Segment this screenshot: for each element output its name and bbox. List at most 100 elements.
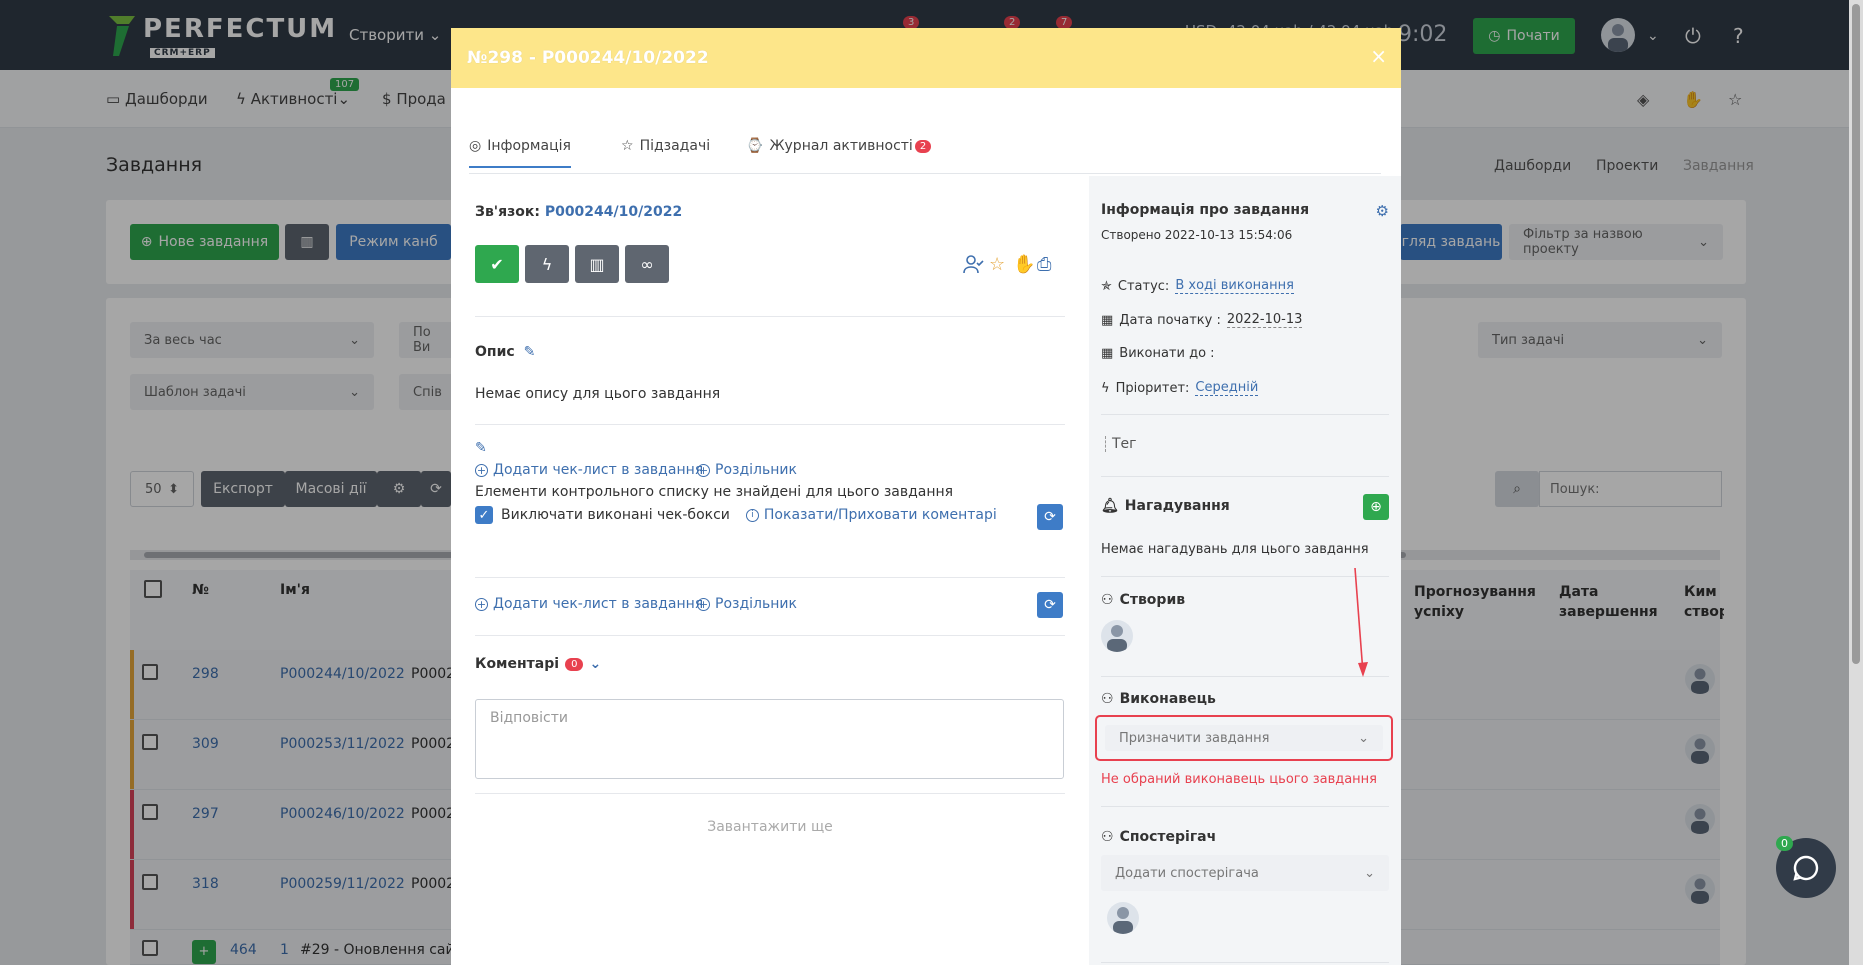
relation-label: Зв'язок: [475,204,540,220]
check-circle-icon: ◎ [469,138,482,154]
plus-circle-icon: + [475,463,488,477]
priority-value[interactable]: Середній [1195,380,1259,396]
add-separator-link[interactable]: + Роздільник [697,462,797,478]
status-value[interactable]: В ході виконання [1175,278,1294,294]
add-separator-link-2[interactable]: + Роздільник [697,596,797,612]
add-watcher-select[interactable]: Додати спостерігача ⌄ [1101,855,1389,891]
chat-badge: 0 [1776,836,1793,851]
assignee-title-label: Виконавець [1119,691,1216,707]
comments-count-badge: 0 [565,657,584,671]
plus-circle-icon: + [697,463,710,477]
reminders-empty: Немає нагадувань для цього завдання [1101,542,1369,557]
watcher-avatar[interactable] [1107,902,1139,934]
avatar-icon [1113,907,1133,934]
exclude-done-checkbox[interactable]: ✓ [475,506,493,524]
activity-badge: 2 [914,139,932,153]
pencil-icon[interactable]: ✎ [524,344,536,360]
info-title: Інформація про завдання [1101,202,1310,218]
add-separator-label: Роздільник [715,462,797,478]
page-scrollbar-thumb[interactable] [1852,4,1860,664]
description-empty: Немає опису для цього завдання [475,386,721,402]
description-title-label: Опис [475,344,515,360]
creator-avatar[interactable] [1101,620,1133,652]
refresh-checklist-button-2[interactable]: ⟳ [1037,592,1063,618]
tab-activity-log[interactable]: ⌚ Журнал активності 2 [746,138,932,154]
add-checklist-label: Додати чек-лист в завдання [493,462,704,478]
pencil-icon[interactable]: ✎ [475,440,487,456]
start-date-label: Дата початку : [1119,312,1221,328]
gear-icon[interactable]: ⚙ [1376,202,1389,220]
link-button[interactable]: ∞ [625,245,669,283]
divider [475,424,1065,425]
calendar-check-icon: ▦ [1101,346,1114,361]
modal-header: №298 - P000244/10/2022 × [451,28,1401,88]
link-icon: ∞ [640,254,654,274]
divider [475,316,1065,317]
refresh-icon: ⟳ [1044,597,1056,613]
due-date-field: ▦ Виконати до : [1101,346,1215,361]
stats-button[interactable]: ▥ [575,245,619,283]
checklist-empty: Елементи контрольного списку не знайдені… [475,484,954,500]
add-reminder-button[interactable]: ⊕ [1363,494,1389,520]
comments-title: Коментарі [475,656,560,672]
assign-user-icon[interactable] [963,254,985,279]
user-icon: ⚇ [1101,829,1114,845]
add-checklist-label-2: Додати чек-лист в завдання [493,596,704,612]
task-modal: №298 - P000244/10/2022 × ◎ Інформація ☆ … [451,28,1401,965]
tag-input[interactable]: Тег [1105,436,1137,452]
tab-subtasks-label: Підзадачі [639,138,711,154]
tab-subtasks[interactable]: ☆ Підзадачі [621,138,710,154]
close-icon[interactable]: × [1370,44,1387,68]
reply-textarea[interactable]: Відповісти [475,699,1064,779]
lightning-icon: ϟ [541,254,553,274]
star-half-icon: ✯ [1101,278,1112,294]
user-check-icon [963,255,984,274]
assignee-highlight: Призначити завдання ⌄ [1095,715,1393,761]
user-icon: ⚇ [1101,691,1114,707]
bell-icon: 🔔︎ [1101,498,1119,514]
add-checklist-link-2[interactable]: + Додати чек-лист в завдання [475,596,703,612]
avatar-icon [1107,625,1127,652]
chevron-down-icon: ⌄ [1358,730,1369,746]
favorite-star-icon[interactable]: ☆ [989,254,1005,275]
lightning-button[interactable]: ϟ [525,245,569,283]
complete-button[interactable]: ✔ [475,245,519,283]
chat-icon [1793,855,1819,881]
page-scrollbar[interactable] [1849,0,1863,965]
chevron-down-icon: ⌄ [589,656,602,672]
creator-title: ⚇ Створив [1101,592,1185,608]
assignee-error: Не обраний виконавець цього завдання [1101,772,1378,787]
comments-toggle[interactable]: Коментарі 0 ⌄ [475,656,601,672]
start-date-field: ▦ Дата початку : 2022-10-13 [1101,312,1303,328]
info-icon: i [745,508,759,522]
modal-tabs: ◎ Інформація ☆ Підзадачі ⌚ Журнал активн… [469,116,1381,174]
assign-task-placeholder: Призначити завдання [1119,730,1270,746]
load-more-button[interactable]: Завантажити ще [475,819,1065,835]
print-icon[interactable]: ⎙ [1037,254,1051,275]
priority-label: Пріоритет: [1115,380,1190,396]
refresh-icon: ⟳ [1044,509,1056,525]
exclude-done-toggle[interactable]: ✓ Виключати виконані чек-бокси i Показат… [475,506,997,524]
description-title: Опис ✎ [475,344,535,360]
watch-icon: ⌚ [746,138,764,154]
tab-info[interactable]: ◎ Інформація [469,138,571,168]
divider [1101,476,1389,477]
exclude-done-label: Виключати виконані чек-бокси [501,507,730,523]
priority-field: ϟ Пріоритет: Середній [1101,380,1259,396]
assignee-title: ⚇ Виконавець [1101,691,1216,707]
hand-icon[interactable]: ✋ [1013,254,1035,275]
divider [475,793,1065,794]
toggle-comments-link[interactable]: i Показати/Приховати коментарі [745,507,997,523]
start-date-value[interactable]: 2022-10-13 [1226,312,1303,328]
add-checklist-link[interactable]: + Додати чек-лист в завдання [475,462,703,478]
relation-link[interactable]: P000244/10/2022 [545,204,682,220]
toggle-comments-label: Показати/Приховати коментарі [763,507,997,523]
refresh-checklist-button[interactable]: ⟳ [1037,504,1063,530]
relation: Зв'язок: P000244/10/2022 [475,204,682,220]
divider [1101,806,1389,807]
bar-chart-icon: ▥ [589,254,605,274]
assign-task-select[interactable]: Призначити завдання ⌄ [1105,725,1383,751]
star-icon: ☆ [621,138,634,154]
user-icon: ⚇ [1101,592,1114,608]
tab-info-label: Інформація [487,138,571,154]
